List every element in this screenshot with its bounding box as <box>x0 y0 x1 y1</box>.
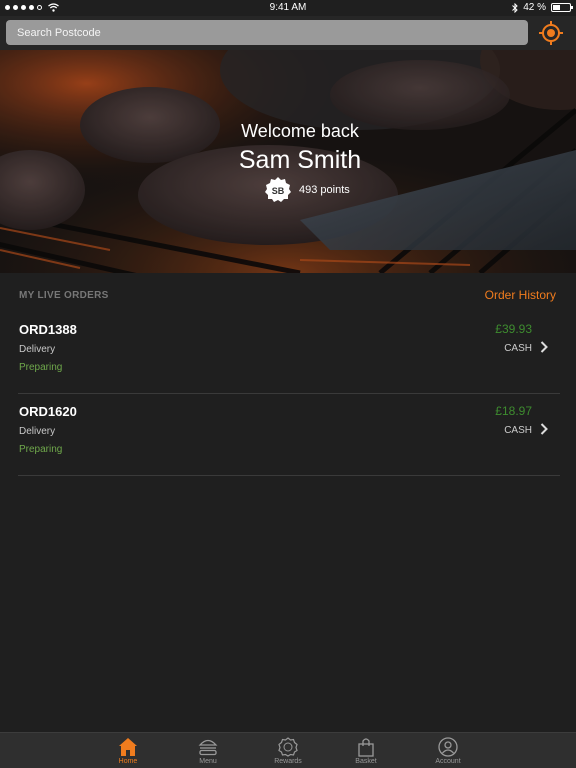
user-name: Sam Smith <box>238 146 362 174</box>
rewards-badge-icon: SB <box>265 177 291 202</box>
battery-percent: 42 % <box>523 2 546 13</box>
status-time: 9:41 AM <box>269 2 307 13</box>
order-price: £18.97 <box>495 404 532 418</box>
status-bar: 9:41 AM 42 % <box>0 0 576 16</box>
order-status: Preparing <box>19 444 63 455</box>
chevron-right-icon <box>540 341 548 353</box>
order-payment: CASH <box>504 425 532 436</box>
search-input[interactable] <box>6 20 528 45</box>
order-type: Delivery <box>19 426 56 437</box>
home-icon <box>119 738 137 756</box>
hero-banner: Welcome back Sam Smith SB 493 points <box>0 50 576 273</box>
order-id: ORD1388 <box>19 322 77 337</box>
tab-bar: Home Menu Rewards Basket Account <box>0 732 576 768</box>
welcome-text: Welcome back <box>241 121 359 141</box>
tab-label: Rewards <box>274 758 302 765</box>
locate-target-icon <box>539 21 563 45</box>
tab-label: Basket <box>355 758 377 765</box>
tab-rewards[interactable]: Rewards <box>258 733 318 768</box>
battery-fill <box>553 5 560 10</box>
status-right: 42 % <box>512 2 573 13</box>
order-price: £39.93 <box>495 322 532 336</box>
section-title: MY LIVE ORDERS <box>19 290 109 301</box>
tab-label: Account <box>435 758 461 765</box>
order-type: Delivery <box>19 344 56 355</box>
tab-basket[interactable]: Basket <box>336 733 396 768</box>
burger-icon <box>198 739 218 756</box>
tab-label: Menu <box>199 758 217 765</box>
points-row: SB 493 points <box>264 176 350 204</box>
battery-cap <box>571 6 573 9</box>
tab-home[interactable]: Home <box>98 733 158 768</box>
order-id: ORD1620 <box>19 404 77 419</box>
bluetooth-icon <box>512 2 518 13</box>
chevron-right-icon <box>540 423 548 435</box>
order-row[interactable]: ORD1388 Delivery Preparing £39.93 CASH <box>18 310 560 394</box>
badge-text: SB <box>272 186 285 196</box>
battery-icon <box>551 3 573 12</box>
tab-label: Home <box>118 758 138 765</box>
order-row[interactable]: ORD1620 Delivery Preparing £18.97 CASH <box>18 392 560 476</box>
shopping-bag-icon <box>358 738 374 757</box>
locate-button[interactable] <box>538 20 564 46</box>
user-icon <box>438 737 458 757</box>
tab-account[interactable]: Account <box>418 733 478 768</box>
search-bar <box>0 16 576 50</box>
points-value: 493 points <box>299 184 350 196</box>
tab-menu[interactable]: Menu <box>178 733 238 768</box>
order-history-link[interactable]: Order History <box>485 288 556 302</box>
order-payment: CASH <box>504 343 532 354</box>
order-status: Preparing <box>19 362 63 373</box>
rewards-badge-icon <box>278 737 298 757</box>
